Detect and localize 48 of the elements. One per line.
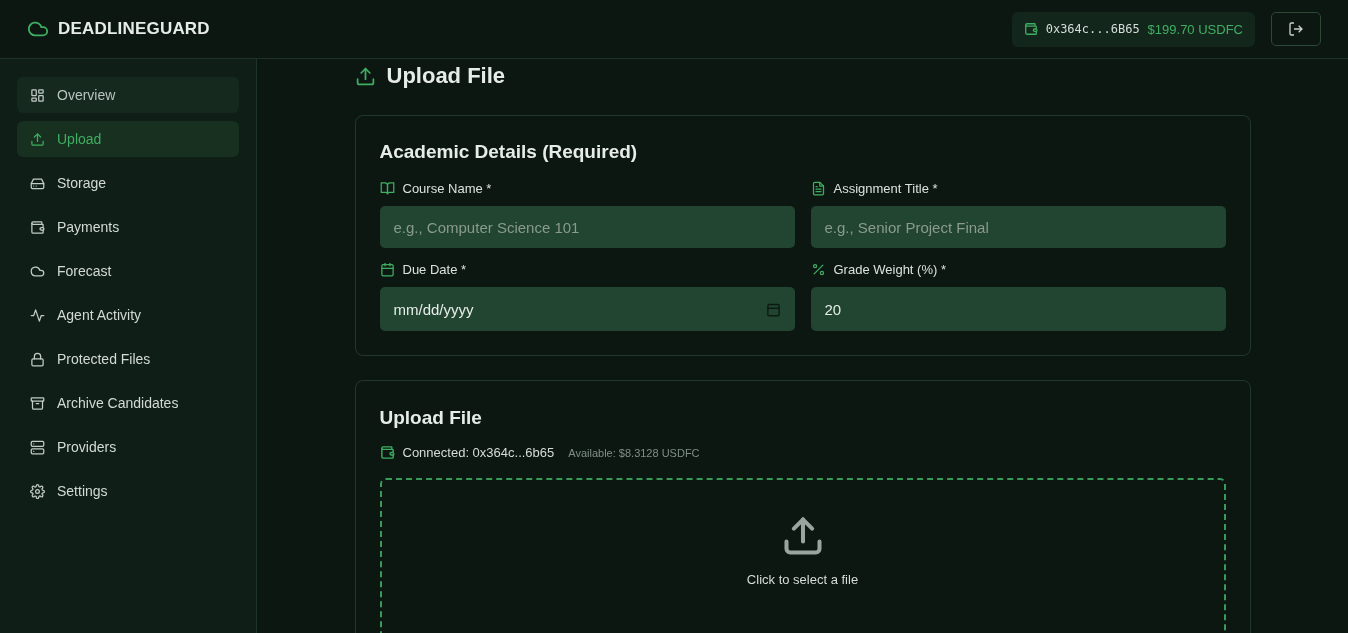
lock-icon bbox=[30, 351, 45, 367]
archive-icon bbox=[30, 395, 45, 411]
drive-icon bbox=[30, 175, 45, 191]
upload-icon bbox=[354, 65, 376, 87]
sidebar-item[interactable]: Overview bbox=[17, 77, 239, 113]
wallet-icon bbox=[379, 445, 395, 460]
brand-name: DEADLINEGUARD bbox=[58, 19, 210, 39]
logout-icon bbox=[1288, 21, 1304, 37]
field-label: Due Date * bbox=[402, 262, 467, 277]
cloud-icon bbox=[30, 263, 45, 279]
logout-button[interactable] bbox=[1271, 12, 1321, 46]
sidebar-item[interactable]: Upload bbox=[17, 121, 239, 157]
input-field[interactable]: 20 bbox=[810, 287, 1226, 331]
field-label: Assignment Title * bbox=[833, 181, 938, 196]
wallet-balance: $199.70 USDFC bbox=[1147, 21, 1243, 37]
available-balance: Available: $8.3128 USDFC bbox=[568, 446, 700, 459]
wallet-icon bbox=[1023, 22, 1038, 36]
wallet-address: 0x364c...6B65 bbox=[1045, 22, 1140, 36]
field-label: Grade Weight (%) * bbox=[833, 262, 946, 277]
document-icon bbox=[810, 181, 826, 196]
wallet-icon bbox=[30, 219, 45, 235]
connected-text: Connected: 0x364c...6b65 bbox=[402, 445, 555, 460]
settings-icon bbox=[30, 483, 45, 499]
card-title: Upload File bbox=[379, 407, 483, 429]
sidebar-item[interactable]: Settings bbox=[17, 473, 239, 509]
date-field[interactable]: mm/dd/yyyy bbox=[379, 287, 795, 331]
calendar-icon bbox=[379, 262, 395, 277]
page-title: Upload File bbox=[386, 63, 506, 89]
sidebar-item[interactable]: Payments bbox=[17, 209, 239, 245]
sidebar-item[interactable]: Providers bbox=[17, 429, 239, 465]
percent-icon bbox=[810, 262, 826, 277]
book-icon bbox=[379, 181, 395, 196]
pulse-icon bbox=[30, 307, 45, 323]
sidebar-item[interactable]: Forecast bbox=[17, 253, 239, 289]
sidebar-item[interactable]: Storage bbox=[17, 165, 239, 201]
file-dropzone[interactable]: Click to select a file bbox=[379, 478, 1226, 633]
sidebar-item[interactable]: Agent Activity bbox=[17, 297, 239, 333]
card-title: Academic Details (Required) bbox=[379, 141, 639, 163]
upload-icon bbox=[30, 131, 45, 147]
input-field[interactable]: e.g., Computer Science 101 bbox=[379, 206, 795, 248]
server-icon bbox=[30, 439, 45, 455]
sidebar-item[interactable]: Protected Files bbox=[17, 341, 239, 377]
wallet-chip[interactable]: 0x364c...6B65 $199.70 USDFC bbox=[1011, 11, 1255, 47]
field-label: Course Name * bbox=[402, 181, 492, 196]
input-field[interactable]: e.g., Senior Project Final bbox=[810, 206, 1226, 248]
grid-icon bbox=[30, 87, 45, 103]
dropzone-text: Click to select a file bbox=[746, 572, 859, 587]
sidebar-item[interactable]: Archive Candidates bbox=[17, 385, 239, 421]
